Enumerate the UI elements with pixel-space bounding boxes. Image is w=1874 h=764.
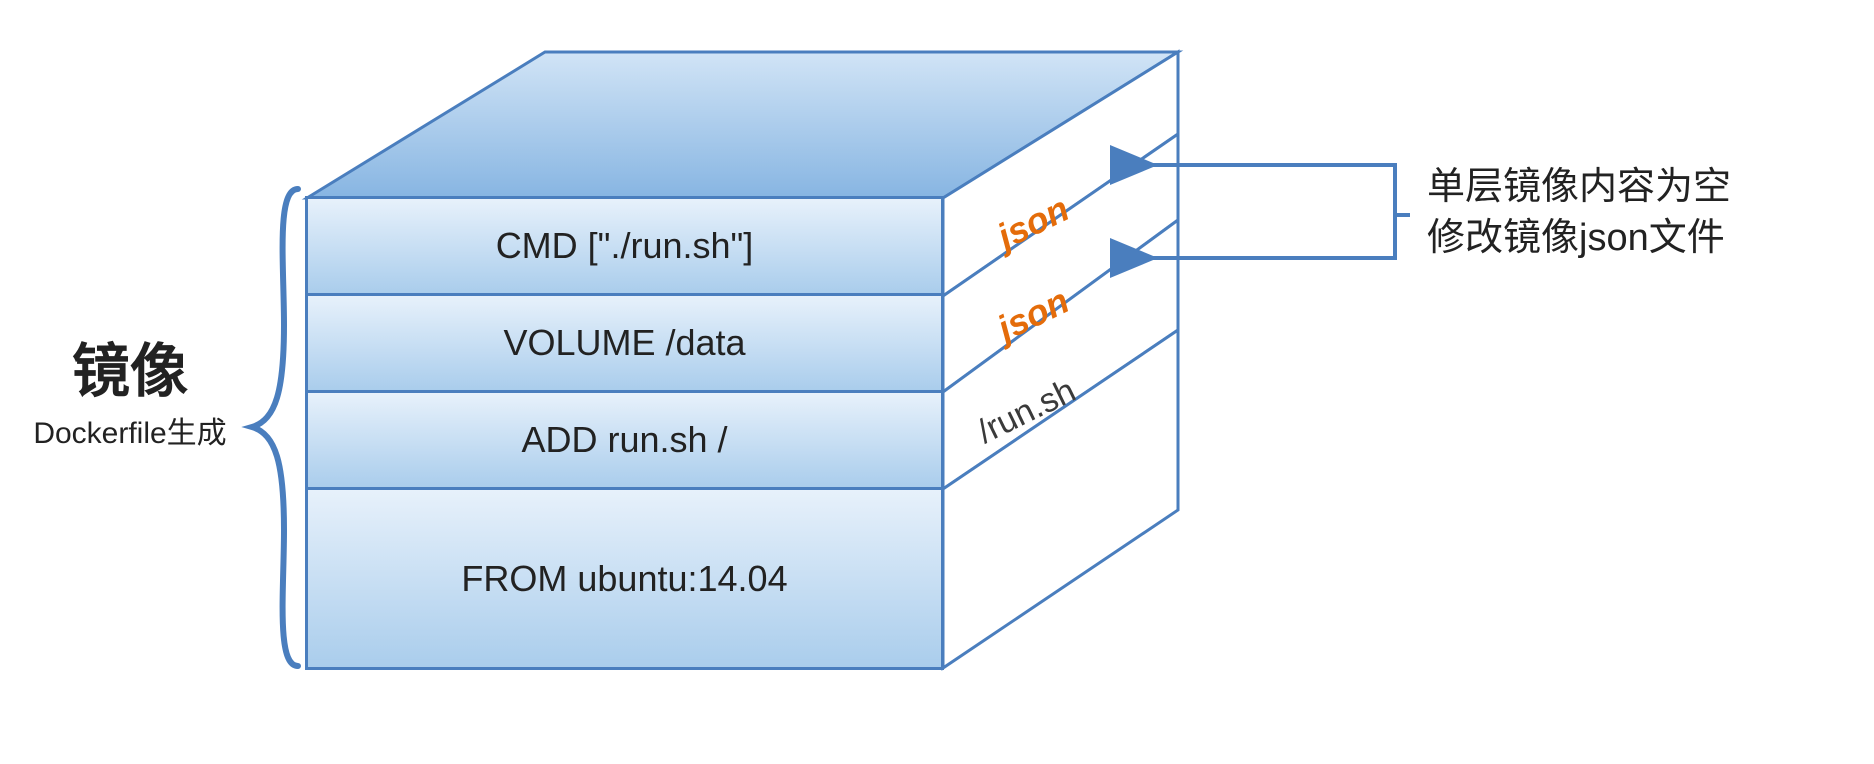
annotation-arrows (0, 0, 1874, 764)
